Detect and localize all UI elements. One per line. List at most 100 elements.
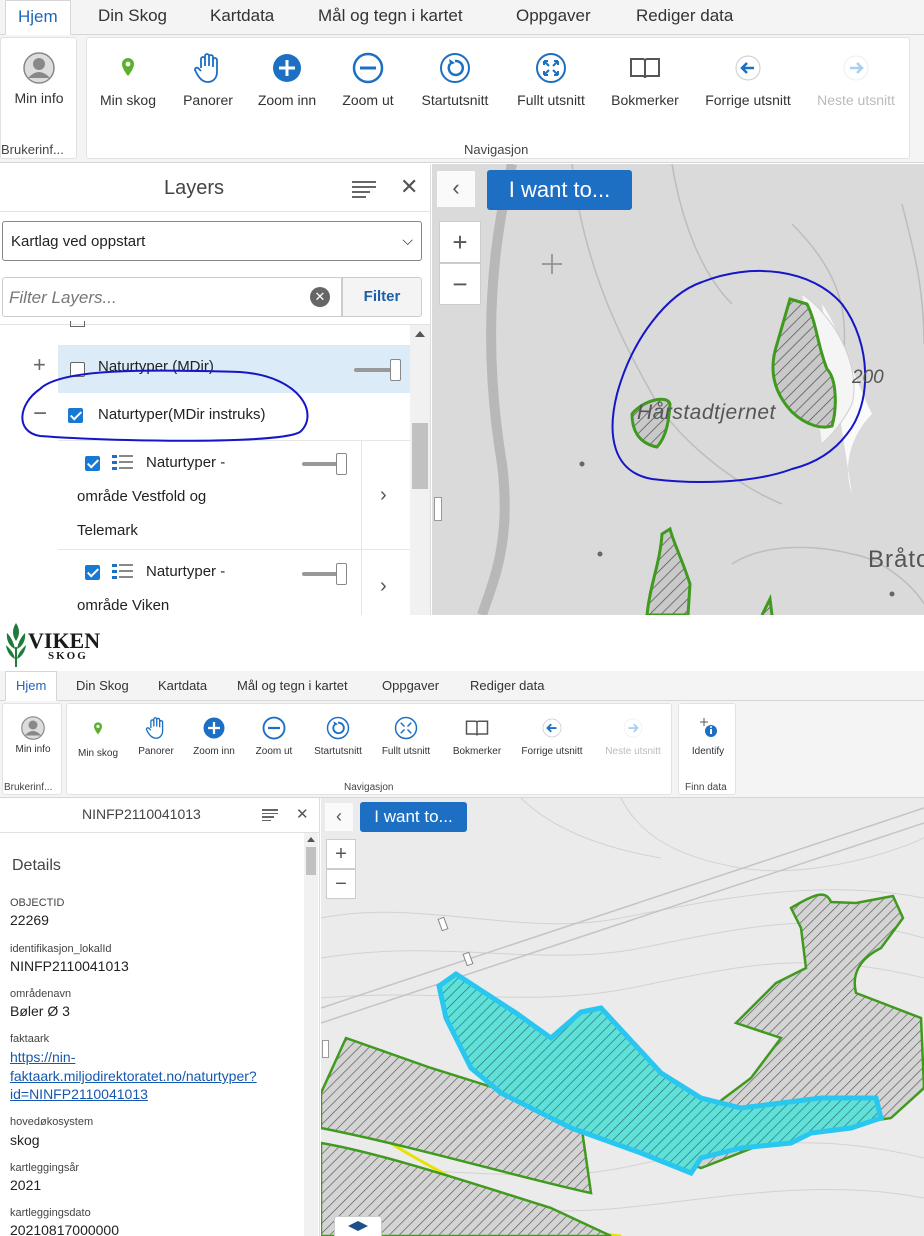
close-icon[interactable]: ✕ [296, 805, 309, 823]
tab-hjem[interactable]: Hjem [5, 0, 71, 35]
tab-oppgaver[interactable]: Oppgaver [382, 671, 439, 700]
map-label-harstadtjernet: Hårstadtjernet [637, 401, 776, 424]
layers-panel: Layers ✕ Kartlag ved oppstart ⌵ Filter L… [0, 164, 431, 615]
user-icon [21, 716, 45, 740]
field-value-hovedokosystem: skog [10, 1132, 40, 1148]
back-arrow-icon [735, 55, 761, 81]
list-icon[interactable] [262, 807, 278, 823]
min-skog-label: Min skog [77, 748, 118, 759]
top-tabbar: Hjem Din Skog Kartdata Mål og tegn i kar… [0, 0, 924, 35]
panorer-button[interactable]: Panorer [175, 52, 241, 108]
tab-maal-og-tegn[interactable]: Mål og tegn i kartet [318, 0, 463, 32]
startutsnitt-label: Startutsnitt [421, 92, 489, 108]
panorer-label: Panorer [138, 746, 174, 757]
bokmerker-button[interactable]: Bokmerker [607, 52, 683, 108]
startutsnitt-button[interactable]: Startutsnitt [415, 52, 495, 108]
neste-utsnitt-label: Neste utsnitt [817, 92, 895, 108]
field-value-omradenavn: Bøler Ø 3 [10, 1003, 70, 1019]
forrige-utsnitt-label: Forrige utsnitt [705, 92, 791, 108]
zoom-inn-button[interactable]: Zoom inn [252, 52, 322, 108]
i-want-to-button[interactable]: I want to... [360, 802, 467, 832]
neste-utsnitt-button[interactable]: Neste utsnitt [597, 716, 669, 757]
tab-din-skog[interactable]: Din Skog [98, 0, 167, 32]
top-ribbon: Min info Brukerinf... Min skog Panorer Z… [0, 35, 924, 163]
field-label-lokalid: identifikasjon_lokalId [10, 943, 112, 955]
tab-rediger-data[interactable]: Rediger data [470, 671, 544, 700]
map-zoom-in-button[interactable]: + [439, 221, 481, 263]
bokmerker-button[interactable]: Bokmerker [447, 716, 507, 757]
map-zoom-out-button[interactable]: − [326, 869, 356, 899]
map-label-200: 200 [852, 367, 884, 388]
scroll-up-icon[interactable] [307, 837, 315, 842]
hand-icon [145, 717, 164, 739]
fullt-utsnitt-button[interactable]: Fullt utsnitt [511, 52, 591, 108]
scrollbar-thumb[interactable] [306, 847, 316, 875]
tab-kartdata[interactable]: Kartdata [158, 671, 207, 700]
forrige-utsnitt-button[interactable]: Forrige utsnitt [699, 52, 797, 108]
faktaark-link-3[interactable]: id=NINFP2110041013 [10, 1086, 148, 1102]
bokmerker-label: Bokmerker [452, 746, 502, 757]
zoom-inn-button[interactable]: Zoom inn [187, 716, 241, 757]
details-scrollbar[interactable] [304, 833, 318, 1236]
user-icon [23, 52, 55, 84]
field-label-hovedokosystem: hovedøkosystem [10, 1116, 94, 1128]
map-zoom-out-button[interactable]: − [439, 263, 481, 305]
i-want-to-button[interactable]: I want to... [487, 170, 632, 210]
zoom-out-icon [352, 52, 384, 84]
min-info-label: Min info [15, 744, 51, 755]
navigation-group-caption: Navigasjon [344, 782, 394, 793]
min-info-button[interactable]: Min info [7, 716, 59, 755]
tab-oppgaver[interactable]: Oppgaver [516, 0, 591, 32]
tab-hjem[interactable]: Hjem [5, 671, 58, 701]
neste-utsnitt-label: Neste utsnitt [605, 746, 661, 757]
faktaark-link-1[interactable]: https://nin- [10, 1049, 75, 1065]
top-map[interactable]: Hårstadtjernet 200 Bråto ‹ I want to... … [432, 164, 924, 615]
logo-skog: SKOG [48, 650, 88, 662]
back-arrow-icon [542, 718, 562, 738]
min-info-button[interactable]: Min info [9, 52, 69, 106]
min-skog-button[interactable]: Min skog [95, 56, 161, 108]
tab-rediger-data[interactable]: Rediger data [636, 0, 733, 32]
panorer-button[interactable]: Panorer [133, 716, 179, 757]
startutsnitt-button[interactable]: Startutsnitt [307, 716, 369, 757]
resize-handle[interactable] [322, 1040, 329, 1058]
zoom-ut-button[interactable]: Zoom ut [247, 716, 301, 757]
fullt-utsnitt-button[interactable]: Fullt utsnitt [375, 716, 437, 757]
map-zoom-in-button[interactable]: + [326, 839, 356, 869]
zoom-out-icon [262, 716, 286, 740]
min-skog-button[interactable]: Min skog [73, 720, 123, 759]
bottom-map[interactable]: ‹ I want to... + − [321, 798, 924, 1236]
zoom-ut-button[interactable]: Zoom ut [335, 52, 401, 108]
user-group-caption: Brukerinf... [1, 142, 64, 157]
identify-button[interactable]: Identify [681, 716, 735, 757]
user-group: Min info Brukerinf... [0, 37, 77, 159]
bottom-header: VIKEN SKOG [0, 615, 924, 671]
tab-maal-og-tegn[interactable]: Mål og tegn i kartet [237, 671, 348, 700]
book-icon [465, 720, 489, 736]
zoom-in-icon [273, 54, 301, 82]
zoom-in-icon [203, 717, 225, 739]
full-extent-icon [536, 53, 566, 83]
map-pin-icon [94, 722, 102, 735]
details-panel: NINFP2110041013 ✕ Details OBJECTID 22269… [0, 798, 320, 1236]
resize-handle[interactable] [434, 497, 442, 521]
zoom-inn-label: Zoom inn [193, 746, 235, 757]
viken-skog-logo-icon [6, 623, 26, 667]
collapse-panel-button[interactable]: ‹ [325, 803, 353, 831]
faktaark-link-2[interactable]: faktaark.miljodirektoratet.no/naturtyper… [10, 1068, 257, 1084]
neste-utsnitt-button[interactable]: Neste utsnitt [811, 52, 901, 108]
zoom-ut-label: Zoom ut [342, 92, 394, 108]
identify-icon [700, 718, 717, 737]
layers-toggle-button[interactable] [334, 1216, 382, 1236]
tab-din-skog[interactable]: Din Skog [76, 671, 129, 700]
field-value-kartleggingsar: 2021 [10, 1177, 42, 1193]
forrige-utsnitt-button[interactable]: Forrige utsnitt [515, 716, 589, 757]
field-label-omradenavn: områdenavn [10, 988, 72, 1000]
field-value-objectid: 22269 [10, 912, 49, 928]
collapse-panel-button[interactable]: ‹ [437, 171, 475, 207]
field-value-kartleggingsdato: 20210817000000 [10, 1222, 120, 1236]
field-label-objectid: OBJECTID [10, 897, 65, 909]
identify-label: Identify [691, 746, 725, 757]
tab-kartdata[interactable]: Kartdata [210, 0, 274, 32]
min-skog-label: Min skog [99, 92, 157, 108]
